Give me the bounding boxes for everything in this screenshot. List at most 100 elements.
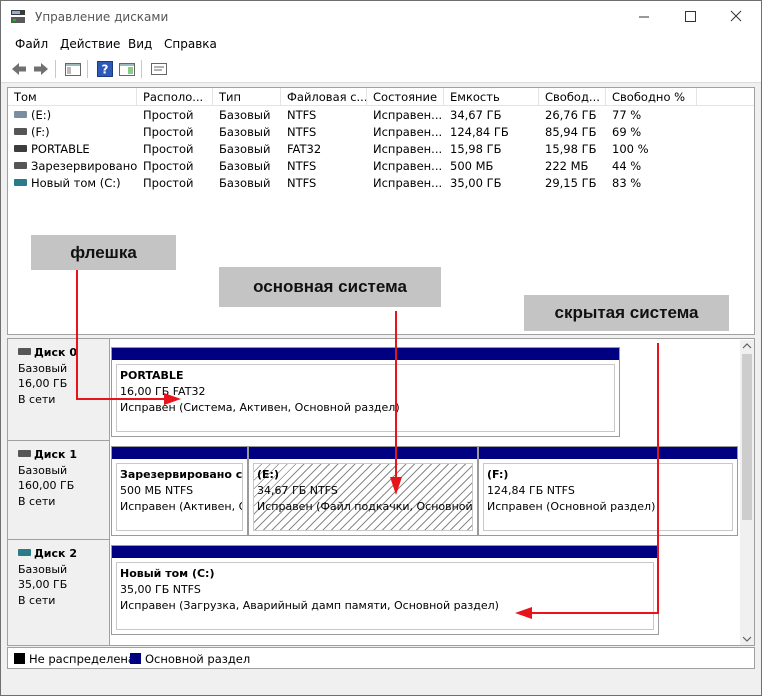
- primary-partition-bar: [112, 348, 619, 360]
- legend-primary-partition: Основной раздел: [145, 652, 251, 666]
- disk-size: 160,00 ГБ: [18, 479, 75, 492]
- disk-state: В сети: [18, 392, 56, 406]
- volume-status: Исправен...: [373, 176, 443, 190]
- volume-name: PORTABLE: [31, 142, 90, 156]
- partition-name: Зарезервировано си: [120, 468, 243, 481]
- partition-name: Новый том (C:): [120, 567, 215, 580]
- annotation-hidden-system: скрытая система: [524, 295, 729, 331]
- disk-icon: [18, 549, 31, 556]
- annotation-flash-drive: флешка: [31, 235, 176, 270]
- partition-c[interactable]: Новый том (C:) 35,00 ГБ NTFS Исправен (З…: [111, 545, 659, 635]
- scrollbar-thumb[interactable]: [742, 354, 752, 520]
- menu-action[interactable]: Действие: [60, 37, 120, 51]
- properties-button[interactable]: [149, 59, 169, 79]
- volume-type: Базовый: [219, 159, 271, 173]
- volume-filesystem: NTFS: [287, 176, 317, 190]
- volume-free: 15,98 ГБ: [545, 142, 597, 156]
- column-header-capacity[interactable]: Емкость: [444, 88, 539, 106]
- partition-info: 124,84 ГБ NTFS: [487, 484, 575, 497]
- disk-map-scrollbar[interactable]: [740, 340, 754, 645]
- minimize-icon: [639, 16, 649, 18]
- column-header-status[interactable]: Состояние: [367, 88, 444, 106]
- table-row[interactable]: PORTABLE Простой Базовый FAT32 Исправен.…: [8, 141, 754, 158]
- partition-reserved[interactable]: Зарезервировано си 500 МБ NTFS Исправен …: [111, 446, 248, 536]
- toolbar-separator: [55, 60, 56, 78]
- maximize-icon: [685, 11, 696, 22]
- system-volume-icon: [14, 179, 27, 186]
- column-header-volume[interactable]: Том: [8, 88, 137, 106]
- column-header-free[interactable]: Свобод...: [539, 88, 606, 106]
- partition-info: 35,00 ГБ NTFS: [120, 583, 201, 596]
- partition-info: 34,67 ГБ NTFS: [257, 484, 338, 497]
- volume-capacity: 15,98 ГБ: [450, 142, 502, 156]
- menu-help[interactable]: Справка: [164, 37, 217, 51]
- action-pane-button[interactable]: [117, 59, 137, 79]
- disk-2-label[interactable]: Диск 2 Базовый 35,00 ГБ В сети: [8, 540, 110, 645]
- volume-status: Исправен...: [373, 108, 443, 122]
- table-row[interactable]: Новый том (C:) Простой Базовый NTFS Испр…: [8, 175, 754, 192]
- volume-status: Исправен...: [373, 125, 443, 139]
- scroll-up-icon[interactable]: [740, 340, 754, 352]
- volume-free-percent: 83 %: [612, 176, 642, 190]
- toolbar: ?: [1, 55, 761, 83]
- partition-info: 16,00 ГБ FAT32: [120, 385, 206, 398]
- disk-type: Базовый: [18, 562, 68, 576]
- volume-name: (E:): [31, 108, 52, 122]
- disk-size: 35,00 ГБ: [18, 578, 68, 591]
- volume-type: Базовый: [219, 142, 271, 156]
- primary-partition-bar: [112, 546, 658, 558]
- menu-view[interactable]: Вид: [128, 37, 152, 51]
- console-tree-icon: [65, 63, 81, 76]
- table-row[interactable]: Зарезервировано... Простой Базовый NTFS …: [8, 158, 754, 175]
- column-header-filesystem[interactable]: Файловая с...: [281, 88, 367, 106]
- volume-type: Базовый: [219, 125, 271, 139]
- volume-status: Исправен...: [373, 142, 443, 156]
- partition-e[interactable]: (E:) 34,67 ГБ NTFS Исправен (Файл подкач…: [248, 446, 478, 536]
- minimize-button[interactable]: [621, 1, 667, 33]
- partition-name: PORTABLE: [120, 369, 184, 382]
- disk-1-label[interactable]: Диск 1 Базовый 160,00 ГБ В сети: [8, 441, 110, 540]
- help-button[interactable]: ?: [95, 59, 115, 79]
- table-row[interactable]: (E:) Простой Базовый NTFS Исправен... 34…: [8, 107, 754, 124]
- volume-name: Новый том (C:): [31, 176, 121, 190]
- scroll-down-icon[interactable]: [740, 633, 754, 645]
- forward-arrow-icon: [34, 63, 48, 75]
- disk-name: Диск 2: [34, 547, 77, 560]
- back-button[interactable]: [9, 59, 29, 79]
- partition-portable[interactable]: PORTABLE 16,00 ГБ FAT32 Исправен (Систем…: [111, 347, 620, 437]
- menu-file[interactable]: Файл: [15, 37, 48, 51]
- close-button[interactable]: [713, 1, 759, 33]
- volume-free: 222 МБ: [545, 159, 589, 173]
- title-bar: Управление дисками: [1, 1, 761, 33]
- volume-free: 29,15 ГБ: [545, 176, 597, 190]
- table-row[interactable]: (F:) Простой Базовый NTFS Исправен... 12…: [8, 124, 754, 141]
- disk-management-window: Управление дисками Файл Действие Вид Спр…: [0, 0, 762, 696]
- toolbar-separator: [141, 60, 142, 78]
- volume-capacity: 35,00 ГБ: [450, 176, 502, 190]
- column-header-layout[interactable]: Располо...: [137, 88, 213, 106]
- volume-icon: [14, 111, 27, 118]
- partition-f[interactable]: (F:) 124,84 ГБ NTFS Исправен (Основной р…: [478, 446, 738, 536]
- volume-filesystem: NTFS: [287, 108, 317, 122]
- volume-icon: [14, 162, 27, 169]
- partition-status: Исправен (Система, Активен, Основной раз…: [120, 401, 400, 414]
- help-icon: ?: [97, 61, 113, 77]
- disk-0-label[interactable]: Диск 0 Базовый 16,00 ГБ В сети: [8, 339, 110, 441]
- menu-bar: Файл Действие Вид Справка: [1, 33, 761, 55]
- maximize-button[interactable]: [667, 1, 713, 33]
- selected-partition-hatch: (E:) 34,67 ГБ NTFS Исправен (Файл подкач…: [253, 463, 473, 531]
- disk-icon: [18, 450, 31, 457]
- forward-button[interactable]: [31, 59, 51, 79]
- legend: Не распределена Основной раздел: [7, 647, 755, 669]
- column-header-type[interactable]: Тип: [213, 88, 281, 106]
- partition-info: 500 МБ NTFS: [120, 484, 194, 497]
- disk-map: Диск 0 Базовый 16,00 ГБ В сети PORTABLE …: [7, 338, 755, 646]
- back-arrow-icon: [12, 63, 26, 75]
- unallocated-swatch: [14, 653, 25, 664]
- volume-free: 85,94 ГБ: [545, 125, 597, 139]
- window-title: Управление дисками: [35, 10, 169, 24]
- show-console-tree-button[interactable]: [63, 59, 83, 79]
- partition-name: (F:): [487, 468, 509, 481]
- volume-filesystem: FAT32: [287, 142, 322, 156]
- column-header-free-percent[interactable]: Свободно %: [606, 88, 697, 106]
